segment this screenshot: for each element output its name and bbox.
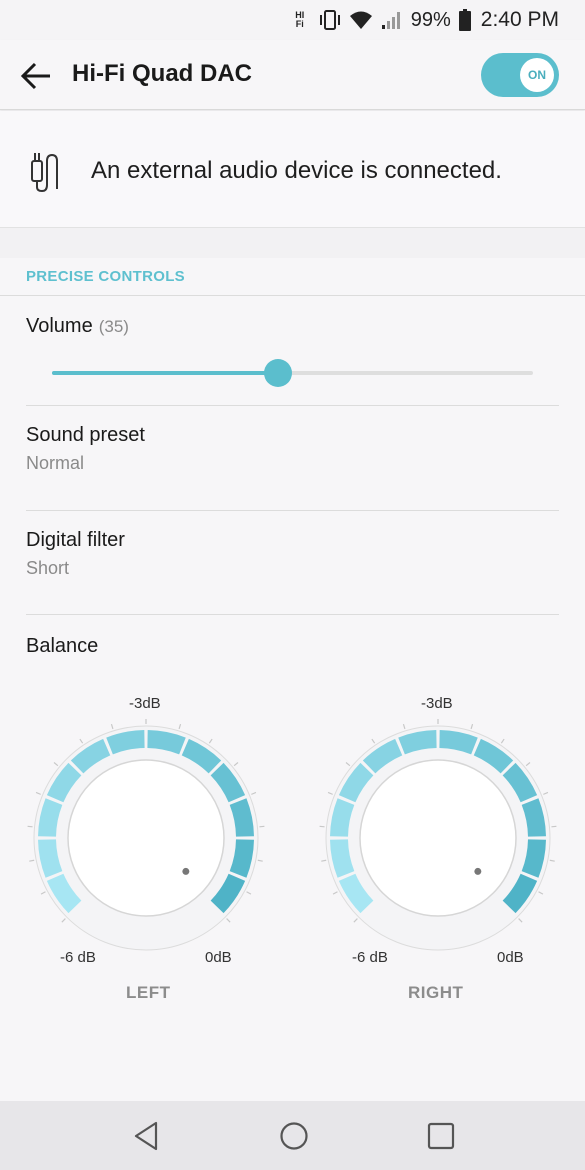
- dial-tick: [518, 918, 523, 923]
- system-nav-bar: [0, 1101, 585, 1170]
- volume-label: Volume: [26, 315, 93, 337]
- dial-tick: [53, 762, 59, 767]
- dial-tick: [327, 791, 333, 795]
- dial-tick: [226, 918, 231, 923]
- volume-value: (35): [98, 317, 129, 336]
- back-arrow-icon[interactable]: [20, 59, 54, 93]
- hifi-icon-bottom: Fi: [295, 19, 304, 29]
- connected-message: An external audio device is connected.: [91, 157, 502, 184]
- dial-tick: [61, 918, 66, 923]
- back-triangle-icon[interactable]: [130, 1119, 164, 1153]
- status-bar: HI Fi 99% 2:40 PM: [0, 0, 585, 40]
- toggle-label: ON: [528, 68, 546, 82]
- left-knob-min-label: -6 dB: [60, 949, 96, 966]
- sound-preset-value: Normal: [26, 453, 85, 473]
- battery-percent: 99%: [410, 8, 451, 31]
- dial-tick: [470, 723, 474, 730]
- status-icons: HI Fi 99% 2:40 PM: [289, 6, 559, 34]
- divider: [26, 510, 559, 511]
- dac-toggle[interactable]: ON: [481, 53, 559, 97]
- wifi-icon: [349, 11, 372, 29]
- dial-tick: [345, 762, 351, 767]
- volume-slider[interactable]: [52, 359, 533, 387]
- left-knob-max-label: 0dB: [205, 949, 232, 966]
- digital-filter-label: Digital filter: [26, 529, 125, 551]
- connected-banner: An external audio device is connected.: [0, 111, 585, 228]
- dial-tick: [40, 891, 46, 895]
- volume-label-row: Volume (35): [26, 315, 129, 338]
- left-balance-dial[interactable]: [26, 718, 266, 958]
- balance-label: Balance: [26, 635, 99, 657]
- dial-tick: [110, 723, 114, 730]
- dial-indicator-dot: [474, 867, 482, 875]
- dial-face: [67, 759, 225, 917]
- hifi-icon: HI Fi: [289, 11, 311, 29]
- sound-preset-label: Sound preset: [26, 424, 145, 446]
- dial-tick: [233, 762, 239, 767]
- dial-tick: [402, 723, 406, 730]
- status-time: 2:40 PM: [480, 8, 559, 31]
- dial-tick: [251, 791, 257, 795]
- left-knob-top-label: -3dB: [129, 695, 161, 712]
- app-bar: Hi-Fi Quad DAC ON: [0, 40, 585, 110]
- right-balance-dial[interactable]: [318, 718, 558, 958]
- dial-tick: [371, 738, 376, 744]
- right-knob-top-label: -3dB: [421, 695, 453, 712]
- right-knob-name: RIGHT: [408, 983, 464, 1002]
- dial-tick: [208, 738, 213, 744]
- dial-tick: [257, 859, 263, 862]
- right-knob-min-label: -6 dB: [352, 949, 388, 966]
- slider-thumb[interactable]: [264, 359, 293, 387]
- page-title: Hi-Fi Quad DAC: [72, 60, 252, 87]
- divider: [26, 614, 559, 615]
- dial-tick: [29, 859, 35, 862]
- dial-indicator-dot: [182, 867, 190, 875]
- dial-tick: [525, 762, 531, 767]
- divider: [26, 405, 559, 406]
- dial-tick: [538, 891, 544, 895]
- right-knob-max-label: 0dB: [497, 949, 524, 966]
- dial-tick: [332, 891, 338, 895]
- vibrate-icon: [319, 10, 340, 30]
- dial-tick: [79, 738, 84, 744]
- audio-cable-icon: [31, 153, 58, 193]
- divider: [0, 295, 585, 296]
- dial-face: [359, 759, 517, 917]
- slider-fill: [52, 371, 279, 375]
- left-knob-name: LEFT: [126, 983, 171, 1002]
- dial-tick: [246, 891, 252, 895]
- dial-tick: [321, 859, 327, 862]
- dial-tick: [353, 918, 358, 923]
- toggle-knob: ON: [520, 58, 554, 92]
- dial-tick: [549, 859, 555, 862]
- dial-tick: [178, 723, 182, 730]
- signal-icon: [381, 12, 400, 29]
- recents-square-icon[interactable]: [424, 1119, 458, 1153]
- dial-tick: [500, 738, 505, 744]
- digital-filter-value: Short: [26, 558, 70, 578]
- battery-icon: [458, 9, 471, 31]
- home-circle-icon[interactable]: [277, 1119, 311, 1153]
- dial-tick: [35, 791, 41, 795]
- dial-tick: [543, 791, 549, 795]
- section-gap: [0, 228, 585, 258]
- section-header-precise-controls: PRECISE CONTROLS: [26, 268, 185, 285]
